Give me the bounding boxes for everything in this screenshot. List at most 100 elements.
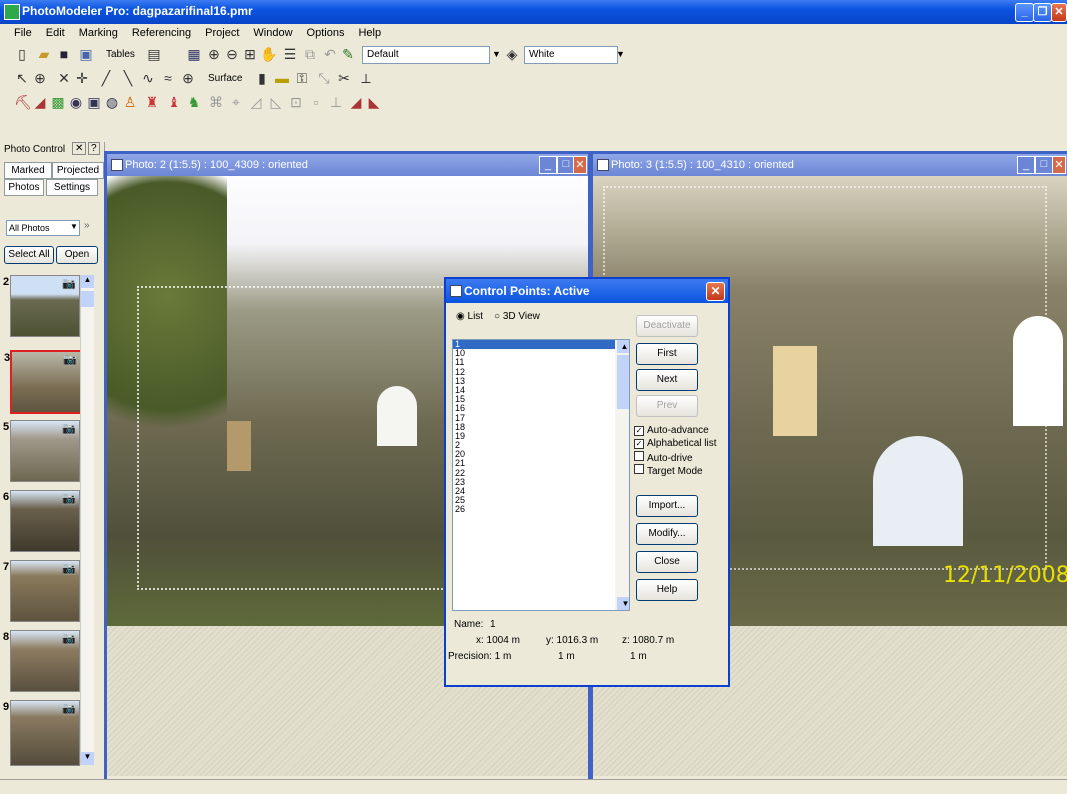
tables-label[interactable]: Tables xyxy=(106,49,135,60)
tool8-icon[interactable]: ♜ xyxy=(144,94,160,110)
tool6-icon[interactable]: ◍ xyxy=(104,94,120,110)
new-icon[interactable]: ▯ xyxy=(14,46,30,62)
texture-icon[interactable]: ▬ xyxy=(274,70,290,86)
import-button[interactable]: Import... xyxy=(636,495,698,517)
mark-point-icon[interactable]: ✛ xyxy=(74,70,90,86)
line-icon[interactable]: ╱ xyxy=(98,70,114,86)
list-scrollbar[interactable]: ▲ ▼ xyxy=(615,340,629,610)
list-item[interactable]: 20 xyxy=(453,450,629,459)
tool19-icon[interactable]: ◣ xyxy=(366,94,382,110)
menu-window[interactable]: Window xyxy=(253,27,292,39)
photo-window-titlebar[interactable]: Photo: 2 (1:5.5) : 100_4309 : oriented _… xyxy=(107,154,588,176)
radio-list[interactable]: ◉ List xyxy=(456,311,483,322)
photo-thumb-selected[interactable]: 3 📷 xyxy=(4,350,82,414)
photo-window-titlebar[interactable]: Photo: 3 (1:5.5) : 100_4310 : oriented _… xyxy=(593,154,1067,176)
photo-thumb[interactable]: 2 📷 xyxy=(3,275,80,337)
first-button[interactable]: First xyxy=(636,343,698,365)
select-icon[interactable]: ↖ xyxy=(14,70,30,86)
menu-referencing[interactable]: Referencing xyxy=(132,27,191,39)
photo-close-button[interactable]: ✕ xyxy=(573,156,587,174)
expand-icon[interactable]: » xyxy=(84,220,90,231)
tools-icon[interactable]: ✂ xyxy=(336,70,352,86)
tool18-icon[interactable]: ◢ xyxy=(348,94,364,110)
list-item[interactable]: 15 xyxy=(453,394,629,404)
scroll-thumb[interactable] xyxy=(81,291,94,307)
scroll-down-icon[interactable]: ▼ xyxy=(81,752,94,765)
close-button[interactable]: ✕ xyxy=(1051,3,1067,22)
photo-icon[interactable]: ▣ xyxy=(78,46,94,62)
tool1-icon[interactable]: ⛏ xyxy=(14,94,32,110)
scroll-up-icon[interactable]: ▲ xyxy=(617,340,629,353)
menu-help[interactable]: Help xyxy=(358,27,381,39)
tool15-icon[interactable]: ⊡ xyxy=(288,94,304,110)
list-item[interactable]: 11 xyxy=(453,358,629,367)
list-item[interactable]: 23 xyxy=(453,477,629,487)
list-item[interactable]: 1 xyxy=(453,340,629,350)
list-icon[interactable]: ☰ xyxy=(282,46,298,62)
axes-icon[interactable]: ⟂ xyxy=(358,70,374,86)
zoom-in-icon[interactable]: ⊕ xyxy=(206,46,222,62)
dialog-close-button[interactable]: ✕ xyxy=(706,282,725,301)
tab-marked[interactable]: Marked xyxy=(4,162,52,179)
paint-icon[interactable]: ✎ xyxy=(340,46,356,62)
tool16-icon[interactable]: ▫ xyxy=(308,94,324,110)
list-item[interactable]: 26 xyxy=(453,505,629,514)
photo-filter-select[interactable]: All Photos xyxy=(6,220,80,236)
edge-icon[interactable]: ╲ xyxy=(120,70,136,86)
list-item[interactable]: 19 xyxy=(453,431,629,441)
photo-thumb[interactable]: 9 📷 xyxy=(3,700,80,766)
filter-arrow[interactable]: ▼ xyxy=(70,222,78,231)
open-button[interactable]: Open xyxy=(56,246,98,264)
alphabetical-checkbox[interactable]: ✓ Alphabetical list xyxy=(634,438,716,449)
prev-button[interactable]: Prev xyxy=(636,395,698,417)
panel-help-icon[interactable]: ? xyxy=(88,142,100,155)
list-item[interactable]: 22 xyxy=(453,468,629,478)
photo-minimize-button[interactable]: _ xyxy=(1017,156,1035,174)
target-mode-checkbox[interactable]: Target Mode xyxy=(634,464,703,477)
tool11-icon[interactable]: ⌘ xyxy=(208,94,224,110)
help-button[interactable]: Help xyxy=(636,579,698,601)
photo-thumb[interactable]: 5 📷 xyxy=(3,420,80,482)
zoom-out-icon[interactable]: ⊖ xyxy=(224,46,240,62)
scroll-thumb[interactable] xyxy=(617,355,629,409)
list-item[interactable]: 18 xyxy=(453,422,629,432)
scale-icon[interactable]: ⤡ xyxy=(316,70,332,86)
modify-button[interactable]: Modify... xyxy=(636,523,698,545)
panel-close-icon[interactable]: ✕ xyxy=(72,142,87,155)
control-point-list[interactable]: 1 10 11 12 13 14 15 16 17 18 19 2 20 21 … xyxy=(452,339,630,611)
undo-icon[interactable]: ↶ xyxy=(322,46,338,62)
deactivate-button[interactable]: Deactivate xyxy=(636,315,698,337)
tool2-icon[interactable]: ◢ xyxy=(32,94,48,110)
surface-label[interactable]: Surface xyxy=(208,73,242,84)
list-item[interactable]: 13 xyxy=(453,376,629,386)
menu-file[interactable]: File xyxy=(14,27,32,39)
curve-icon[interactable]: ∿ xyxy=(140,70,156,86)
list-item[interactable]: 21 xyxy=(453,459,629,468)
tool7-icon[interactable]: ♙ xyxy=(122,94,138,110)
list-item[interactable]: 17 xyxy=(453,413,629,423)
scroll-down-icon[interactable]: ▼ xyxy=(617,597,629,610)
radio-3d-view[interactable]: ○ 3D View xyxy=(494,311,540,322)
zoom-fit-icon[interactable]: ⊞ xyxy=(242,46,258,62)
menu-marking[interactable]: Marking xyxy=(79,27,118,39)
open-icon[interactable]: ▰ xyxy=(36,46,52,62)
auto-advance-checkbox[interactable]: ✓ Auto-advance xyxy=(634,425,709,436)
photo-thumb[interactable]: 8 📷 xyxy=(3,630,80,692)
tool5-icon[interactable]: ▣ xyxy=(86,94,102,110)
zoom-select-icon[interactable]: ⊕ xyxy=(32,70,48,86)
menu-options[interactable]: Options xyxy=(307,27,345,39)
spline-icon[interactable]: ≈ xyxy=(160,70,176,86)
tool13-icon[interactable]: ◿ xyxy=(248,94,264,110)
list-item[interactable]: 25 xyxy=(453,495,629,505)
tool12-icon[interactable]: ⌖ xyxy=(228,94,244,110)
list-item[interactable]: 14 xyxy=(453,385,629,395)
list-item[interactable]: 16 xyxy=(453,404,629,413)
tool10-icon[interactable]: ♞ xyxy=(186,94,202,110)
tool3-icon[interactable]: ▩ xyxy=(50,94,66,110)
thumb-scrollbar[interactable]: ▲ ▼ xyxy=(80,275,94,765)
select-all-button[interactable]: Select All xyxy=(4,246,54,264)
list-item[interactable]: 2 xyxy=(453,440,629,450)
list-item[interactable]: 10 xyxy=(453,348,629,358)
tool4-icon[interactable]: ◉ xyxy=(68,94,84,110)
tool9-icon[interactable]: ♝ xyxy=(166,94,182,110)
